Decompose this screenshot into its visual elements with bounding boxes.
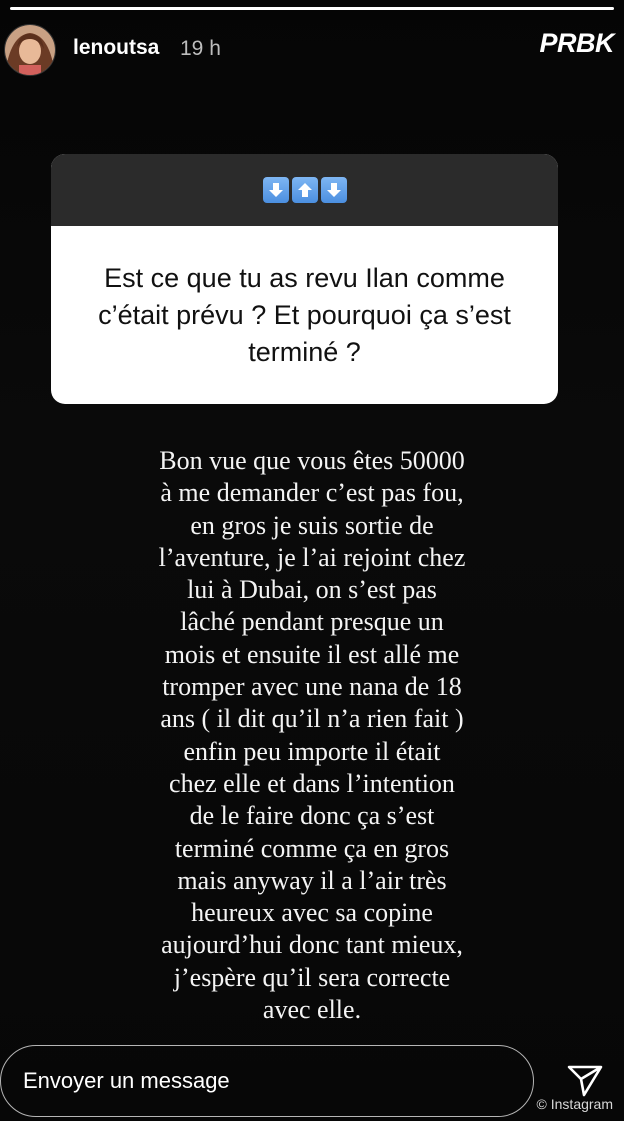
sticker-header xyxy=(51,154,558,226)
story-progress-fill xyxy=(10,7,614,10)
prbk-logo: PRBK xyxy=(539,28,614,58)
username[interactable]: lenoutsa xyxy=(73,36,159,60)
post-time: 19 h xyxy=(180,37,221,60)
instagram-watermark: © Instagram xyxy=(536,1096,613,1112)
story-background: lenoutsa 19 h PRBK Est ce que tu as revu… xyxy=(0,0,624,1121)
question-text: Est ce que tu as revu Ilan comme c’était… xyxy=(98,262,511,367)
up-arrow-icon xyxy=(291,177,318,203)
avatar[interactable] xyxy=(4,24,56,76)
down-arrow-icon xyxy=(262,177,289,203)
question-sticker[interactable]: Est ce que tu as revu Ilan comme c’était… xyxy=(51,154,558,404)
message-input[interactable] xyxy=(0,1045,534,1117)
answer-text: Bon vue que vous êtes 50000 à me demande… xyxy=(158,446,466,1025)
down-arrow-icon xyxy=(320,177,347,203)
story-progress-bar xyxy=(10,7,614,10)
send-icon xyxy=(567,1065,603,1097)
avatar-image xyxy=(5,25,55,75)
sticker-body: Est ce que tu as revu Ilan comme c’était… xyxy=(51,226,558,404)
